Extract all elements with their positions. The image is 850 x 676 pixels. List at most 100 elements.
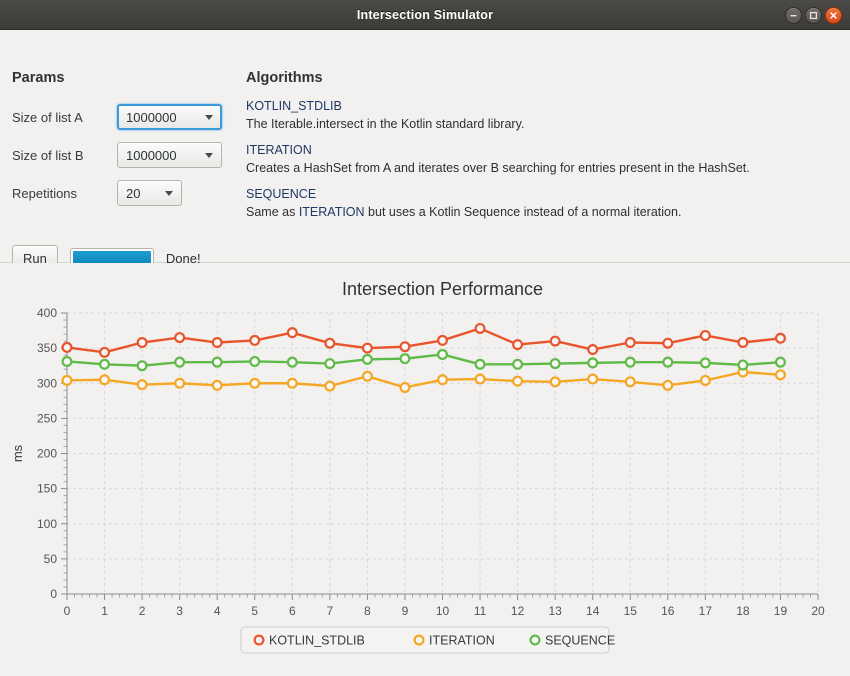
algorithm-description-text: Same as <box>246 205 299 219</box>
algorithm-description-text: Creates a HashSet from A and iterates ov… <box>246 161 750 175</box>
data-point-marker <box>699 374 711 386</box>
data-point-marker <box>249 377 261 389</box>
size-of-list-a-label: Size of list A <box>12 109 83 125</box>
x-tick-label: 13 <box>548 604 562 618</box>
data-point-marker <box>361 370 373 382</box>
data-point-marker <box>136 337 148 349</box>
x-tick-label: 5 <box>251 604 258 618</box>
data-point-marker <box>211 379 223 391</box>
legend-marker-icon <box>529 634 541 646</box>
x-tick-label: 0 <box>64 604 71 618</box>
data-point-marker <box>549 335 561 347</box>
intersection-performance-chart: Intersection Performance0501001502002503… <box>10 279 825 654</box>
param-row-size-b: Size of list B 1000000 <box>12 136 222 174</box>
x-tick-label: 12 <box>511 604 525 618</box>
data-point-marker <box>737 337 749 349</box>
size-of-list-b-combobox[interactable]: 1000000 <box>117 142 222 168</box>
legend-label[interactable]: SEQUENCE <box>545 634 615 648</box>
window-titlebar: Intersection Simulator <box>0 0 850 30</box>
x-tick-label: 16 <box>661 604 675 618</box>
data-point-marker <box>699 329 711 341</box>
algorithm-name: KOTLIN_STDLIB <box>246 99 342 113</box>
y-tick-label: 300 <box>37 376 57 390</box>
y-axis-label: ms <box>10 444 25 462</box>
data-point-marker <box>512 339 524 351</box>
y-tick-label: 200 <box>37 447 57 461</box>
data-point-marker <box>249 355 261 367</box>
data-point-marker <box>211 356 223 368</box>
data-point-marker <box>774 369 786 381</box>
algorithm-description-text-tail: but uses a Kotlin Sequence instead of a … <box>364 205 682 219</box>
data-point-marker <box>774 332 786 344</box>
algorithm-name: SEQUENCE <box>246 187 317 201</box>
data-point-marker <box>474 358 486 370</box>
algorithm-name: ITERATION <box>246 143 312 157</box>
data-point-marker <box>474 322 486 334</box>
data-point-marker <box>174 377 186 389</box>
data-point-marker <box>61 355 73 367</box>
data-point-marker <box>174 356 186 368</box>
x-tick-label: 18 <box>736 604 750 618</box>
x-tick-label: 1 <box>101 604 108 618</box>
data-point-marker <box>99 346 111 358</box>
x-tick-label: 15 <box>624 604 638 618</box>
data-point-marker <box>249 334 261 346</box>
y-tick-label: 50 <box>44 552 58 566</box>
y-tick-label: 0 <box>50 587 57 601</box>
minimize-button[interactable] <box>785 6 802 24</box>
data-point-marker <box>399 353 411 365</box>
x-tick-label: 19 <box>774 604 788 618</box>
maximize-button[interactable] <box>805 6 822 24</box>
data-point-marker <box>699 357 711 369</box>
close-button[interactable] <box>825 6 842 24</box>
legend-label[interactable]: KOTLIN_STDLIB <box>269 634 365 648</box>
size-of-list-a-combobox[interactable]: 1000000 <box>117 104 222 130</box>
x-tick-label: 6 <box>289 604 296 618</box>
data-point-marker <box>662 337 674 349</box>
y-tick-label: 400 <box>37 306 57 320</box>
window-controls <box>785 0 842 30</box>
data-point-marker <box>624 337 636 349</box>
data-point-marker <box>324 358 336 370</box>
data-point-marker <box>587 357 599 369</box>
chart-title: Intersection Performance <box>342 279 543 299</box>
x-tick-label: 8 <box>364 604 371 618</box>
algorithm-entry: ITERATION Creates a HashSet from A and i… <box>246 142 842 177</box>
chevron-down-icon <box>165 190 173 196</box>
x-tick-label: 14 <box>586 604 600 618</box>
x-tick-label: 11 <box>474 604 487 618</box>
algorithm-entry: SEQUENCE Same as ITERATION but uses a Ko… <box>246 186 842 221</box>
x-tick-label: 3 <box>176 604 183 618</box>
chevron-down-icon <box>205 152 213 158</box>
y-tick-label: 100 <box>37 517 57 531</box>
data-point-marker <box>99 358 111 370</box>
data-point-marker <box>324 337 336 349</box>
data-point-marker <box>286 327 298 339</box>
param-row-size-a: Size of list A 1000000 <box>12 98 222 136</box>
size-of-list-a-value: 1000000 <box>126 109 177 125</box>
legend-label[interactable]: ITERATION <box>429 634 495 648</box>
legend-marker-icon <box>253 634 265 646</box>
algorithm-description: Creates a HashSet from A and iterates ov… <box>246 159 842 177</box>
algorithm-description-reference: ITERATION <box>298 205 365 219</box>
data-point-marker <box>549 358 561 370</box>
data-point-marker <box>361 342 373 354</box>
window-title: Intersection Simulator <box>356 7 494 22</box>
chart-panel: Intersection Performance 0 50 100 150 200 250 3… <box>0 263 850 676</box>
size-of-list-b-label: Size of list B <box>12 147 84 163</box>
algorithm-description: Same as ITERATION but uses a Kotlin Sequ… <box>246 203 842 221</box>
params-form: Size of list A 1000000 Size of list B 10… <box>12 98 222 212</box>
data-point-marker <box>61 374 73 386</box>
data-point-marker <box>737 359 749 371</box>
data-point-marker <box>587 344 599 356</box>
x-tick-label: 2 <box>139 604 146 618</box>
algorithm-entry: KOTLIN_STDLIB The Iterable.intersect in … <box>246 98 842 133</box>
data-point-marker <box>361 353 373 365</box>
x-tick-label: 10 <box>436 604 450 618</box>
algorithm-description-text: The Iterable.intersect in the Kotlin sta… <box>246 117 525 131</box>
data-point-marker <box>136 379 148 391</box>
repetitions-combobox[interactable]: 20 <box>117 180 182 206</box>
repetitions-value: 20 <box>126 185 141 201</box>
data-point-marker <box>474 373 486 385</box>
algorithms-heading: Algorithms <box>246 70 323 86</box>
